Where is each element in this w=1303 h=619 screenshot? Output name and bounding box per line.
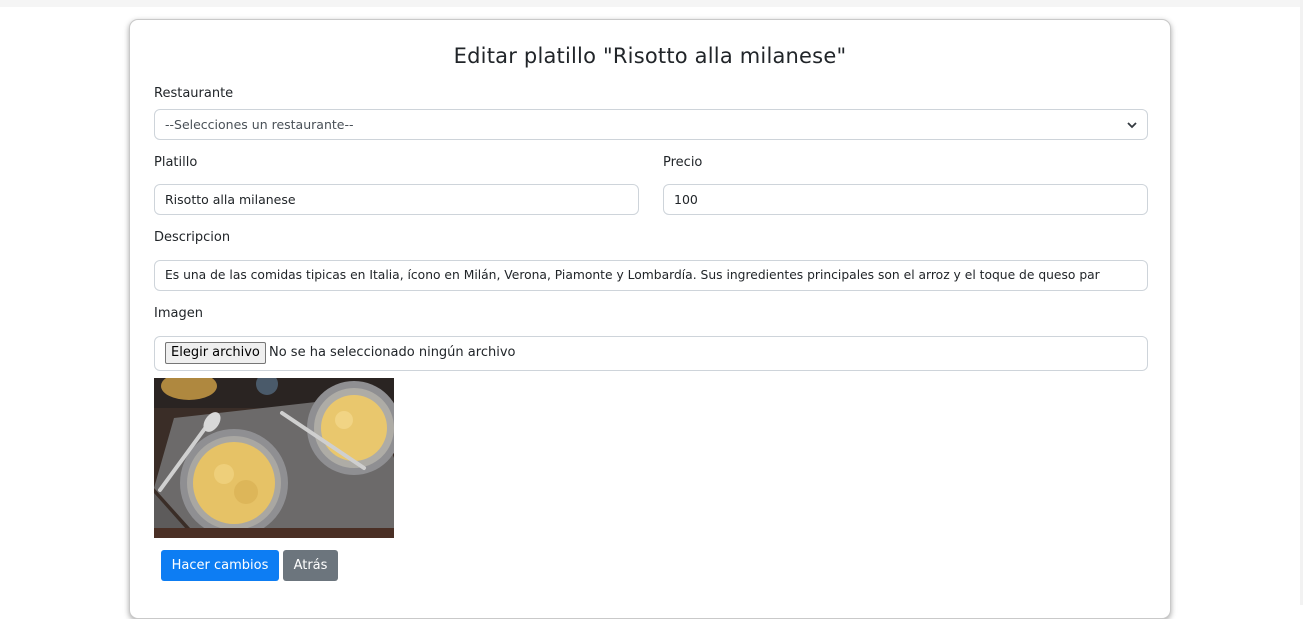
- choose-file-button[interactable]: Elegir archivo: [165, 342, 266, 364]
- description-input[interactable]: Es una de las comidas tipicas en Italia,…: [154, 260, 1148, 291]
- image-file-input[interactable]: Elegir archivo No se ha seleccionado nin…: [154, 336, 1148, 371]
- description-label: Descripcion: [154, 230, 231, 245]
- restaurant-select-value: --Selecciones un restaurante--: [165, 117, 354, 132]
- restaurant-select[interactable]: --Selecciones un restaurante--: [154, 109, 1148, 140]
- price-label: Precio: [663, 155, 703, 170]
- file-status-text: No se ha seleccionado ningún archivo: [269, 345, 516, 360]
- image-label: Imagen: [154, 306, 203, 321]
- dish-image: [154, 378, 394, 538]
- price-input[interactable]: 100: [663, 184, 1148, 215]
- page-title: Editar platillo "Risotto alla milanese": [453, 44, 847, 68]
- back-button[interactable]: Atrás: [283, 550, 338, 581]
- restaurant-label: Restaurante: [154, 86, 234, 101]
- save-changes-button[interactable]: Hacer cambios: [161, 550, 279, 581]
- dish-input[interactable]: Risotto alla milanese: [154, 184, 639, 215]
- dish-label: Platillo: [154, 155, 198, 170]
- top-strip: [0, 0, 1303, 7]
- edit-dish-card: Editar platillo "Risotto alla milanese" …: [129, 19, 1171, 619]
- risotto-photo: [154, 378, 394, 538]
- chevron-down-icon: [1127, 122, 1137, 129]
